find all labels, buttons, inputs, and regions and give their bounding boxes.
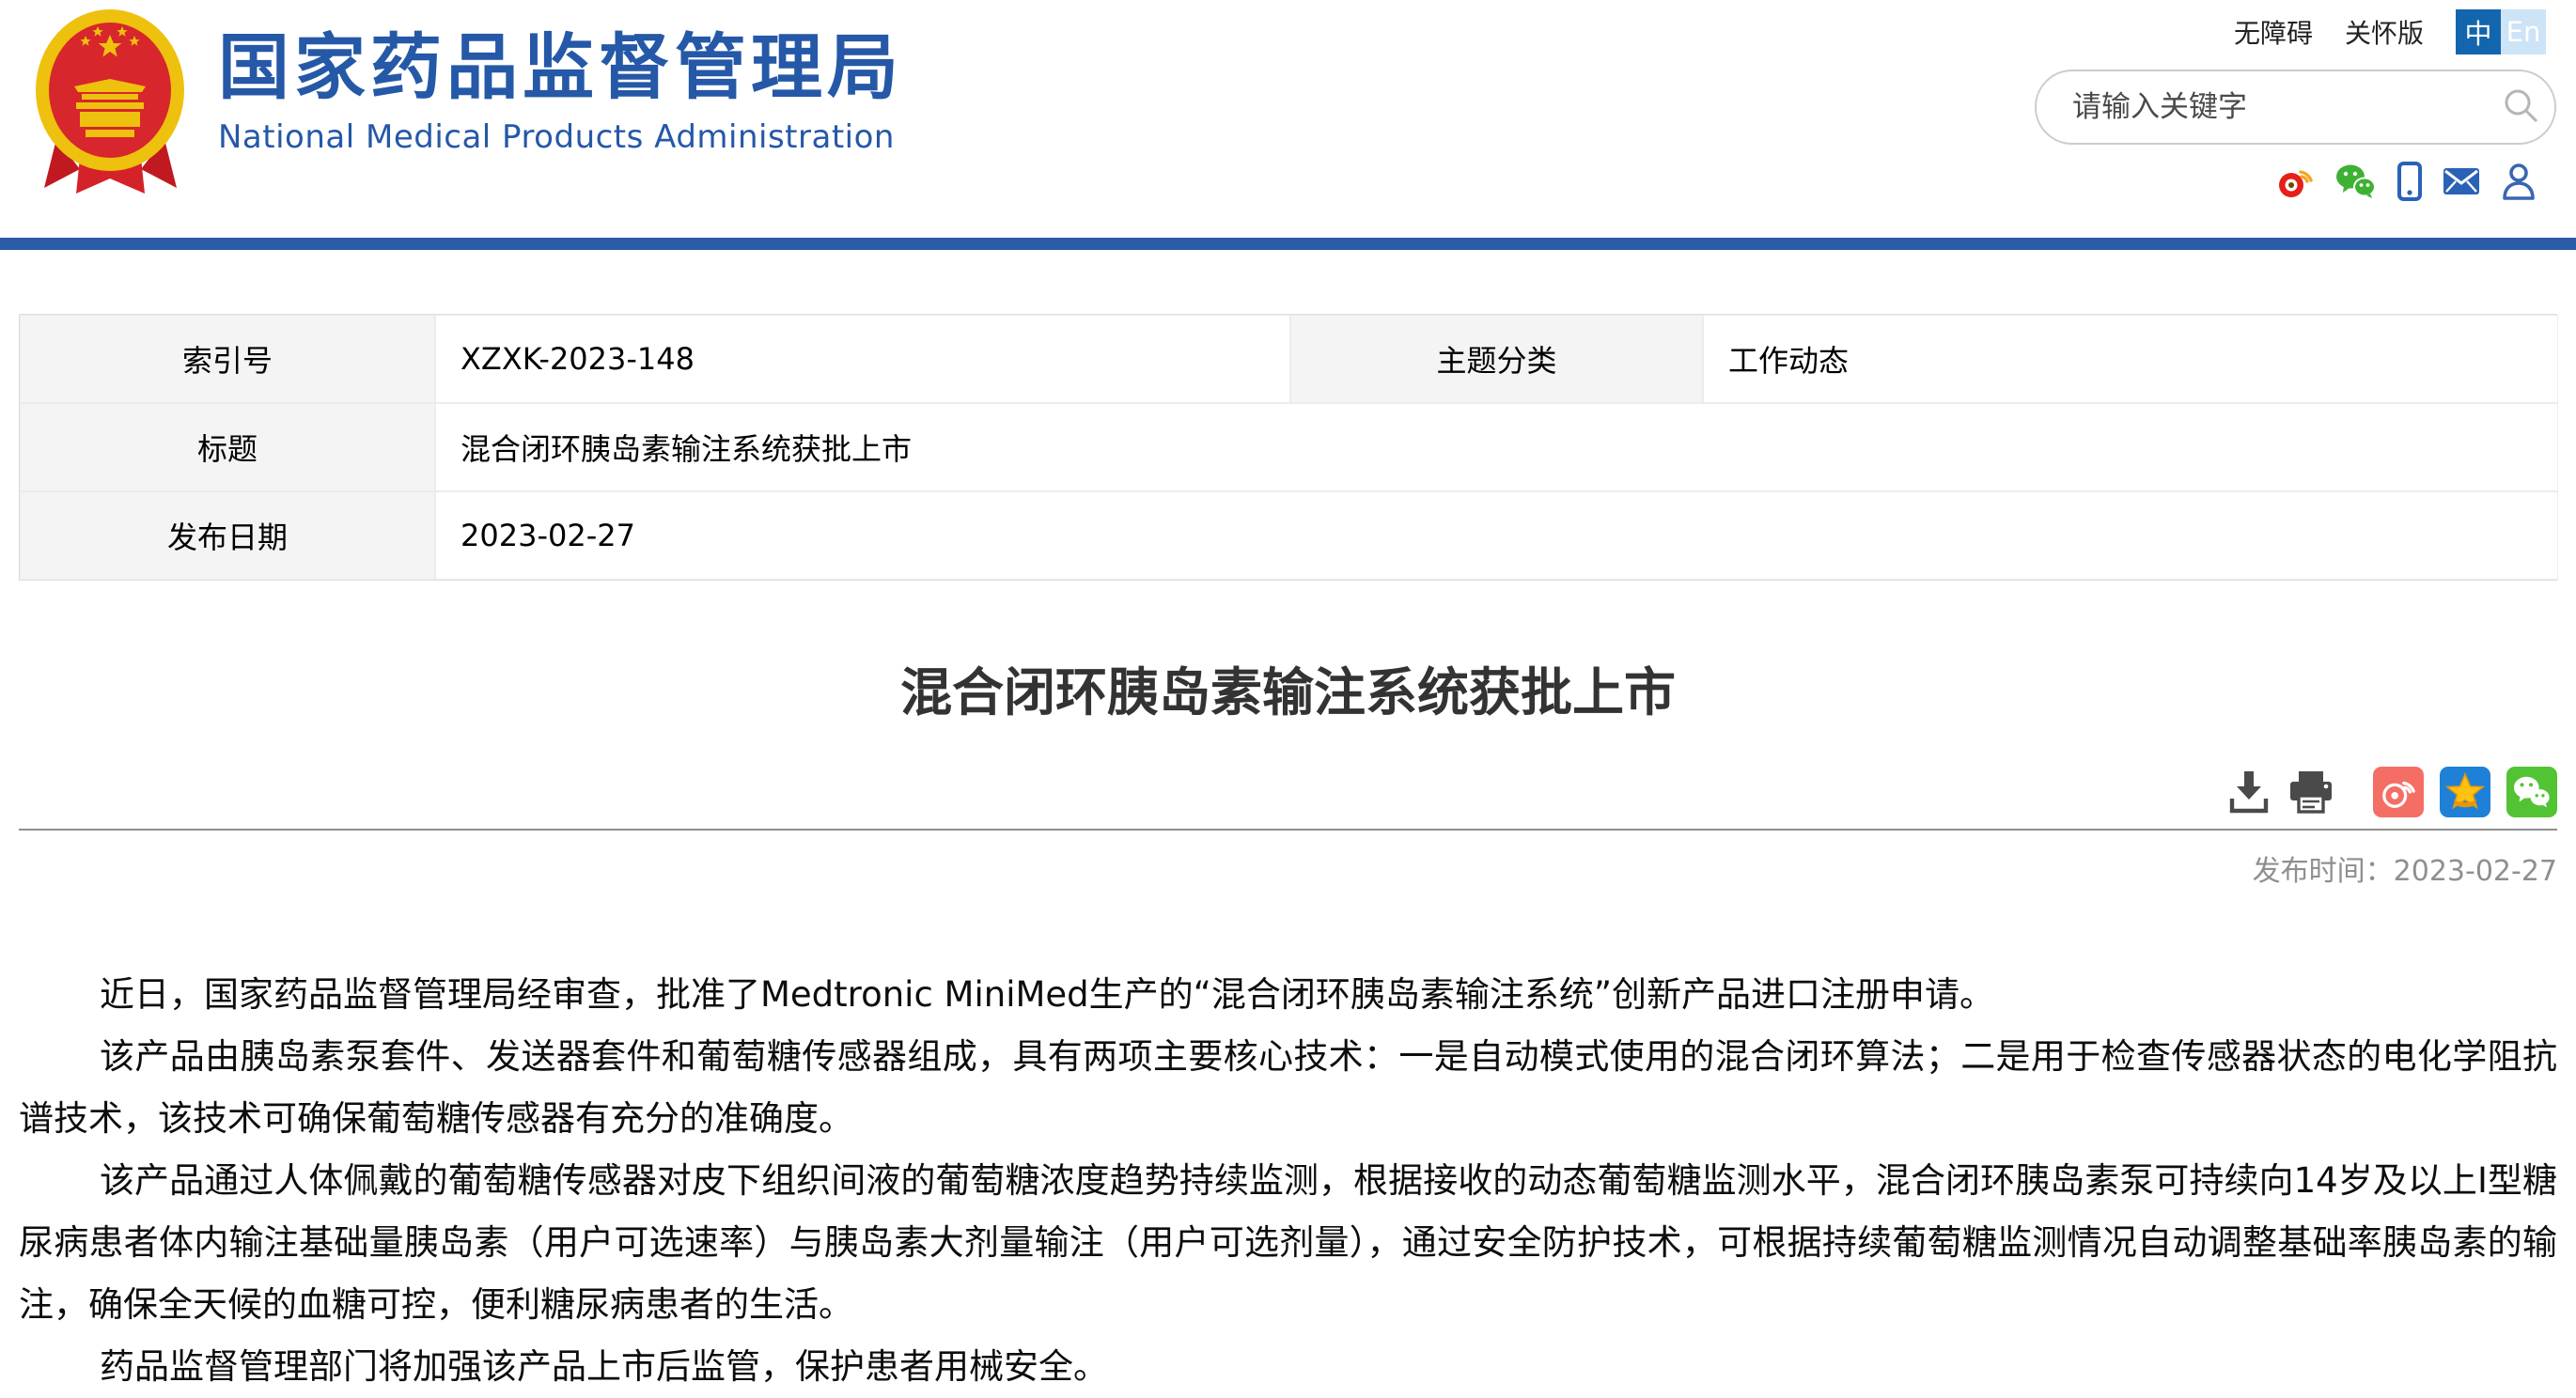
publish-time-label: 发布时间： (2253, 855, 2394, 888)
print-icon[interactable] (2287, 769, 2334, 815)
share-wechat-icon[interactable] (2506, 767, 2557, 817)
site-logo[interactable]: 国家药品监督管理局 National Medical Products Admi… (33, 8, 903, 199)
article-paragraph: 近日，国家药品监督管理局经审查，批准了Medtronic MiniMed生产的“… (19, 964, 2557, 1026)
accessibility-link[interactable]: 无障碍 (2234, 13, 2313, 51)
site-title-en: National Medical Products Administration (218, 118, 903, 156)
title-divider (19, 829, 2557, 831)
lang-zh-button[interactable]: 中 (2456, 9, 2501, 54)
user-icon[interactable] (2501, 163, 2537, 200)
info-label-index: 索引号 (20, 315, 435, 403)
national-emblem-icon (33, 8, 188, 199)
site-search (2035, 70, 2556, 145)
weibo-icon[interactable] (2275, 164, 2315, 198)
main-content: 索引号 XZXK-2023-148 主题分类 工作动态 标题 混合闭环胰岛素输注… (19, 314, 2557, 1398)
article-paragraph: 药品监督管理部门将加强该产品上市后监管，保护患者用械安全。 (19, 1336, 2557, 1398)
article-actions (19, 767, 2557, 817)
info-value-title: 混合闭环胰岛素输注系统获批上市 (435, 403, 2558, 491)
site-title-cn: 国家药品监督管理局 (218, 30, 903, 105)
search-icon (2501, 85, 2542, 130)
article-title: 混合闭环胰岛素输注系统获批上市 (19, 650, 2557, 725)
utility-bar: 无障碍 关怀版 中 En (2234, 9, 2546, 54)
site-header: 国家药品监督管理局 National Medical Products Admi… (0, 0, 2576, 238)
info-label-title: 标题 (20, 403, 435, 491)
info-value-topic: 工作动态 (1703, 315, 2558, 403)
article-paragraph: 该产品通过人体佩戴的葡萄糖传感器对皮下组织间液的葡萄糖浓度趋势持续监测，根据接收… (19, 1150, 2557, 1336)
search-button[interactable] (2489, 71, 2554, 143)
article-body: 近日，国家药品监督管理局经审查，批准了Medtronic MiniMed生产的“… (19, 964, 2557, 1398)
info-label-topic: 主题分类 (1290, 315, 1703, 403)
social-links (2275, 162, 2537, 201)
document-info-table: 索引号 XZXK-2023-148 主题分类 工作动态 标题 混合闭环胰岛素输注… (19, 314, 2557, 581)
header-divider-bar (0, 238, 2576, 250)
download-icon[interactable] (2226, 769, 2272, 816)
info-value-date: 2023-02-27 (435, 491, 2558, 580)
lang-en-button[interactable]: En (2501, 9, 2546, 54)
email-icon[interactable] (2443, 167, 2480, 195)
article-paragraph: 该产品由胰岛素泵套件、发送器套件和葡萄糖传感器组成，具有两项主要核心技术：一是自… (19, 1026, 2557, 1150)
publish-time-value: 2023-02-27 (2394, 855, 2557, 888)
share-weibo-icon[interactable] (2373, 767, 2424, 817)
search-input[interactable] (2037, 90, 2489, 124)
info-label-date: 发布日期 (20, 491, 435, 580)
publish-time: 发布时间：2023-02-27 (19, 847, 2557, 889)
care-version-link[interactable]: 关怀版 (2345, 13, 2424, 51)
wechat-icon[interactable] (2335, 164, 2377, 198)
share-qzone-icon[interactable] (2440, 767, 2490, 817)
info-value-index: XZXK-2023-148 (435, 315, 1290, 403)
mobile-icon[interactable] (2397, 162, 2422, 201)
